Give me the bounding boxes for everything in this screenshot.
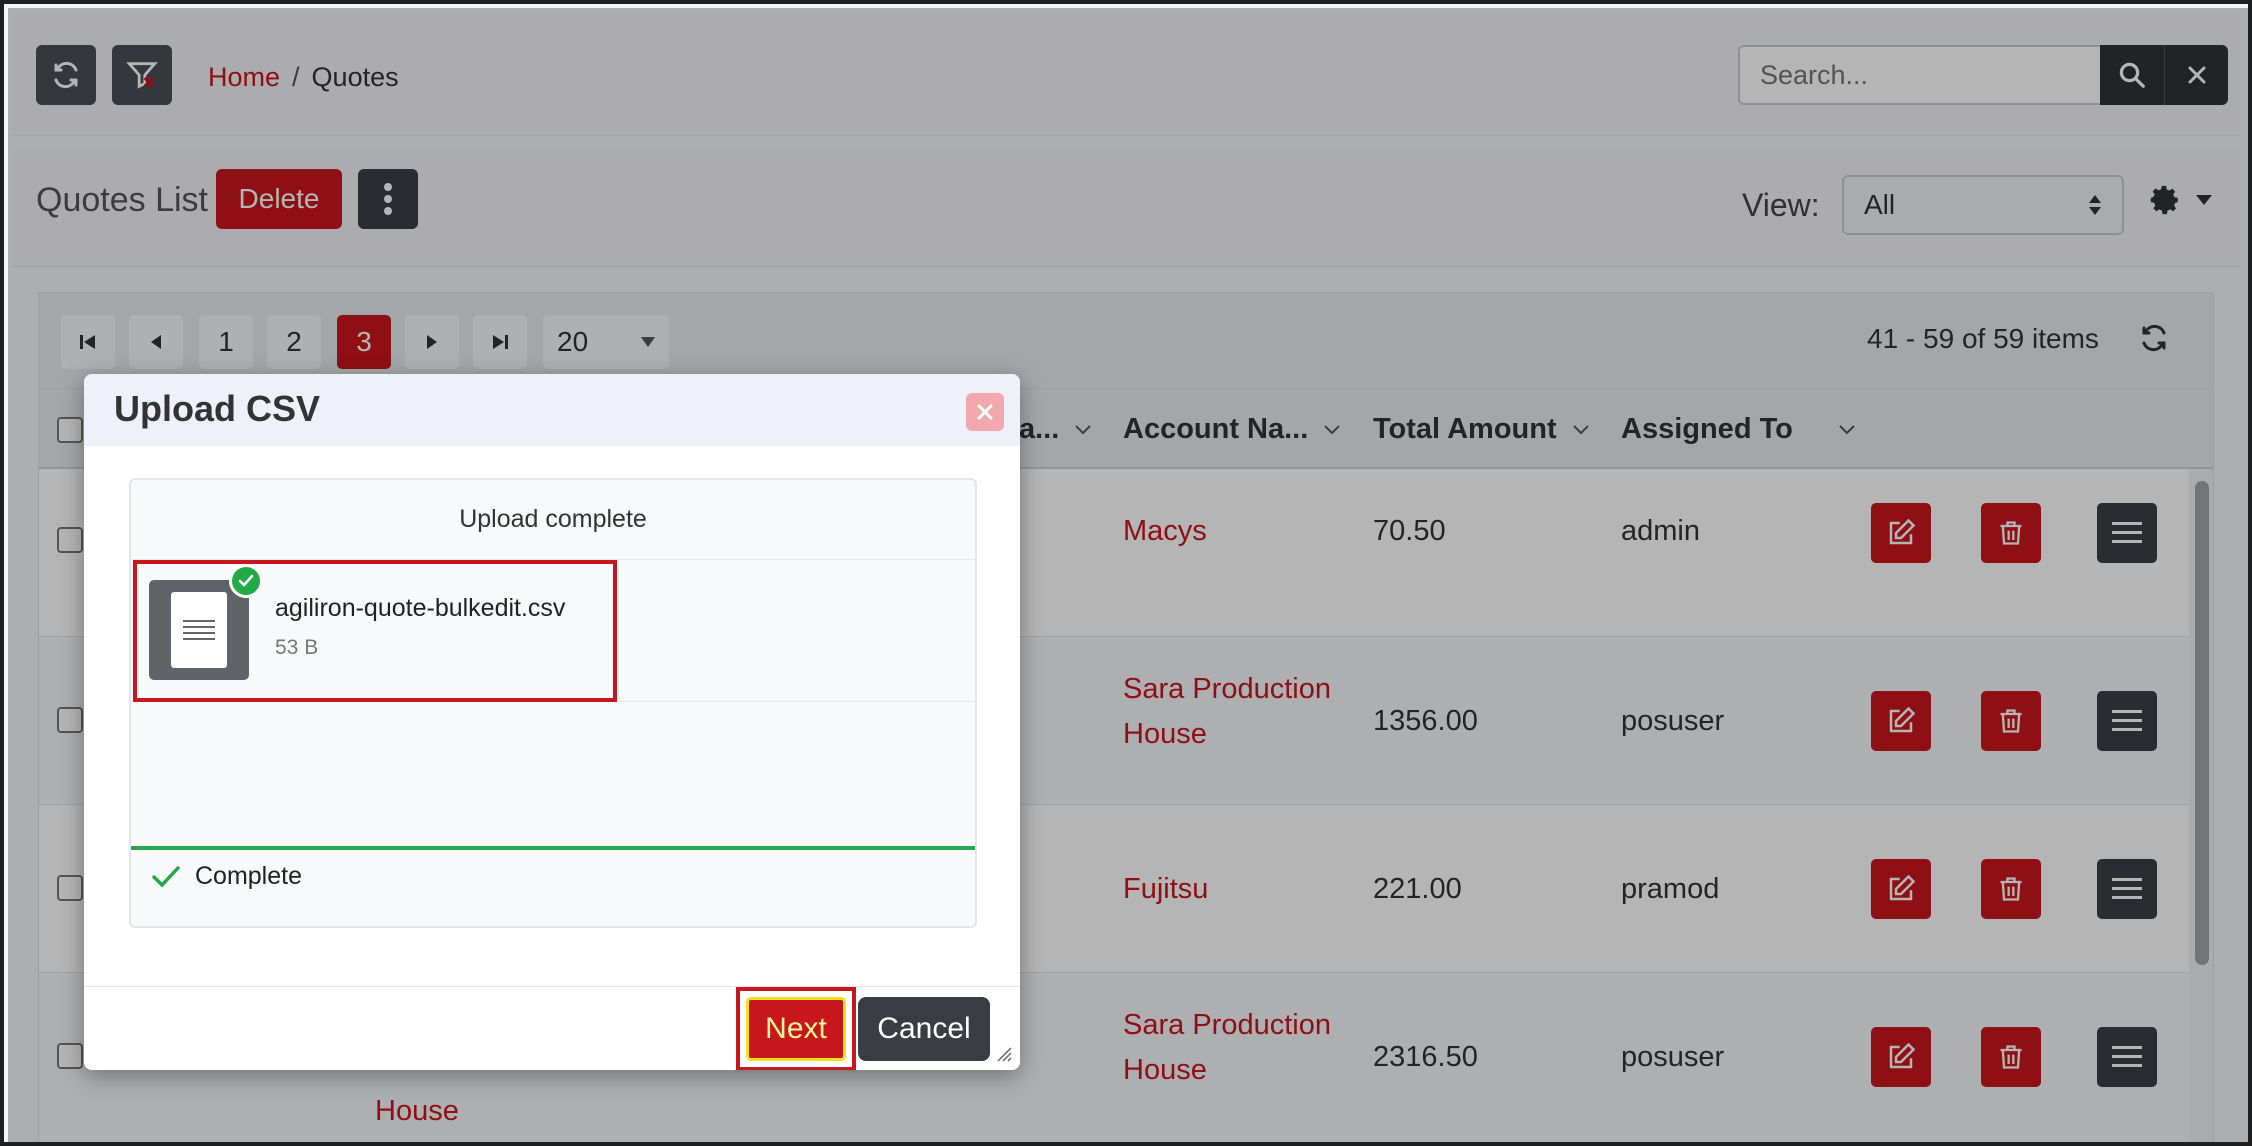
dialog-title: Upload CSV bbox=[114, 388, 321, 429]
upload-csv-dialog: Upload CSV Upload complete agiliron-quot… bbox=[84, 374, 1020, 1070]
dialog-close-button[interactable] bbox=[966, 393, 1004, 431]
document-icon bbox=[171, 592, 227, 668]
upload-complete-status: Complete bbox=[151, 862, 302, 891]
file-thumbnail bbox=[149, 580, 249, 680]
dialog-header: Upload CSV bbox=[84, 374, 1020, 446]
dialog-footer: Next Cancel bbox=[84, 986, 1020, 1070]
upload-progress-bar bbox=[131, 846, 975, 850]
file-uploader[interactable]: Upload complete agiliron-quote-bulkedit.… bbox=[129, 478, 977, 928]
check-circle-icon bbox=[229, 564, 263, 598]
complete-label: Complete bbox=[195, 862, 302, 890]
cancel-button[interactable]: Cancel bbox=[858, 997, 990, 1061]
next-button[interactable]: Next bbox=[746, 997, 846, 1061]
upload-status: Upload complete bbox=[131, 480, 975, 560]
check-icon bbox=[152, 865, 180, 887]
file-name: agiliron-quote-bulkedit.csv bbox=[275, 594, 566, 622]
close-icon bbox=[977, 404, 993, 420]
uploaded-file-item: agiliron-quote-bulkedit.csv 53 B bbox=[131, 560, 975, 702]
file-size: 53 B bbox=[275, 636, 319, 659]
app-frame: Home / Quotes Quotes List Delete bbox=[0, 0, 2252, 1146]
resize-grip-icon[interactable] bbox=[996, 1046, 1012, 1062]
